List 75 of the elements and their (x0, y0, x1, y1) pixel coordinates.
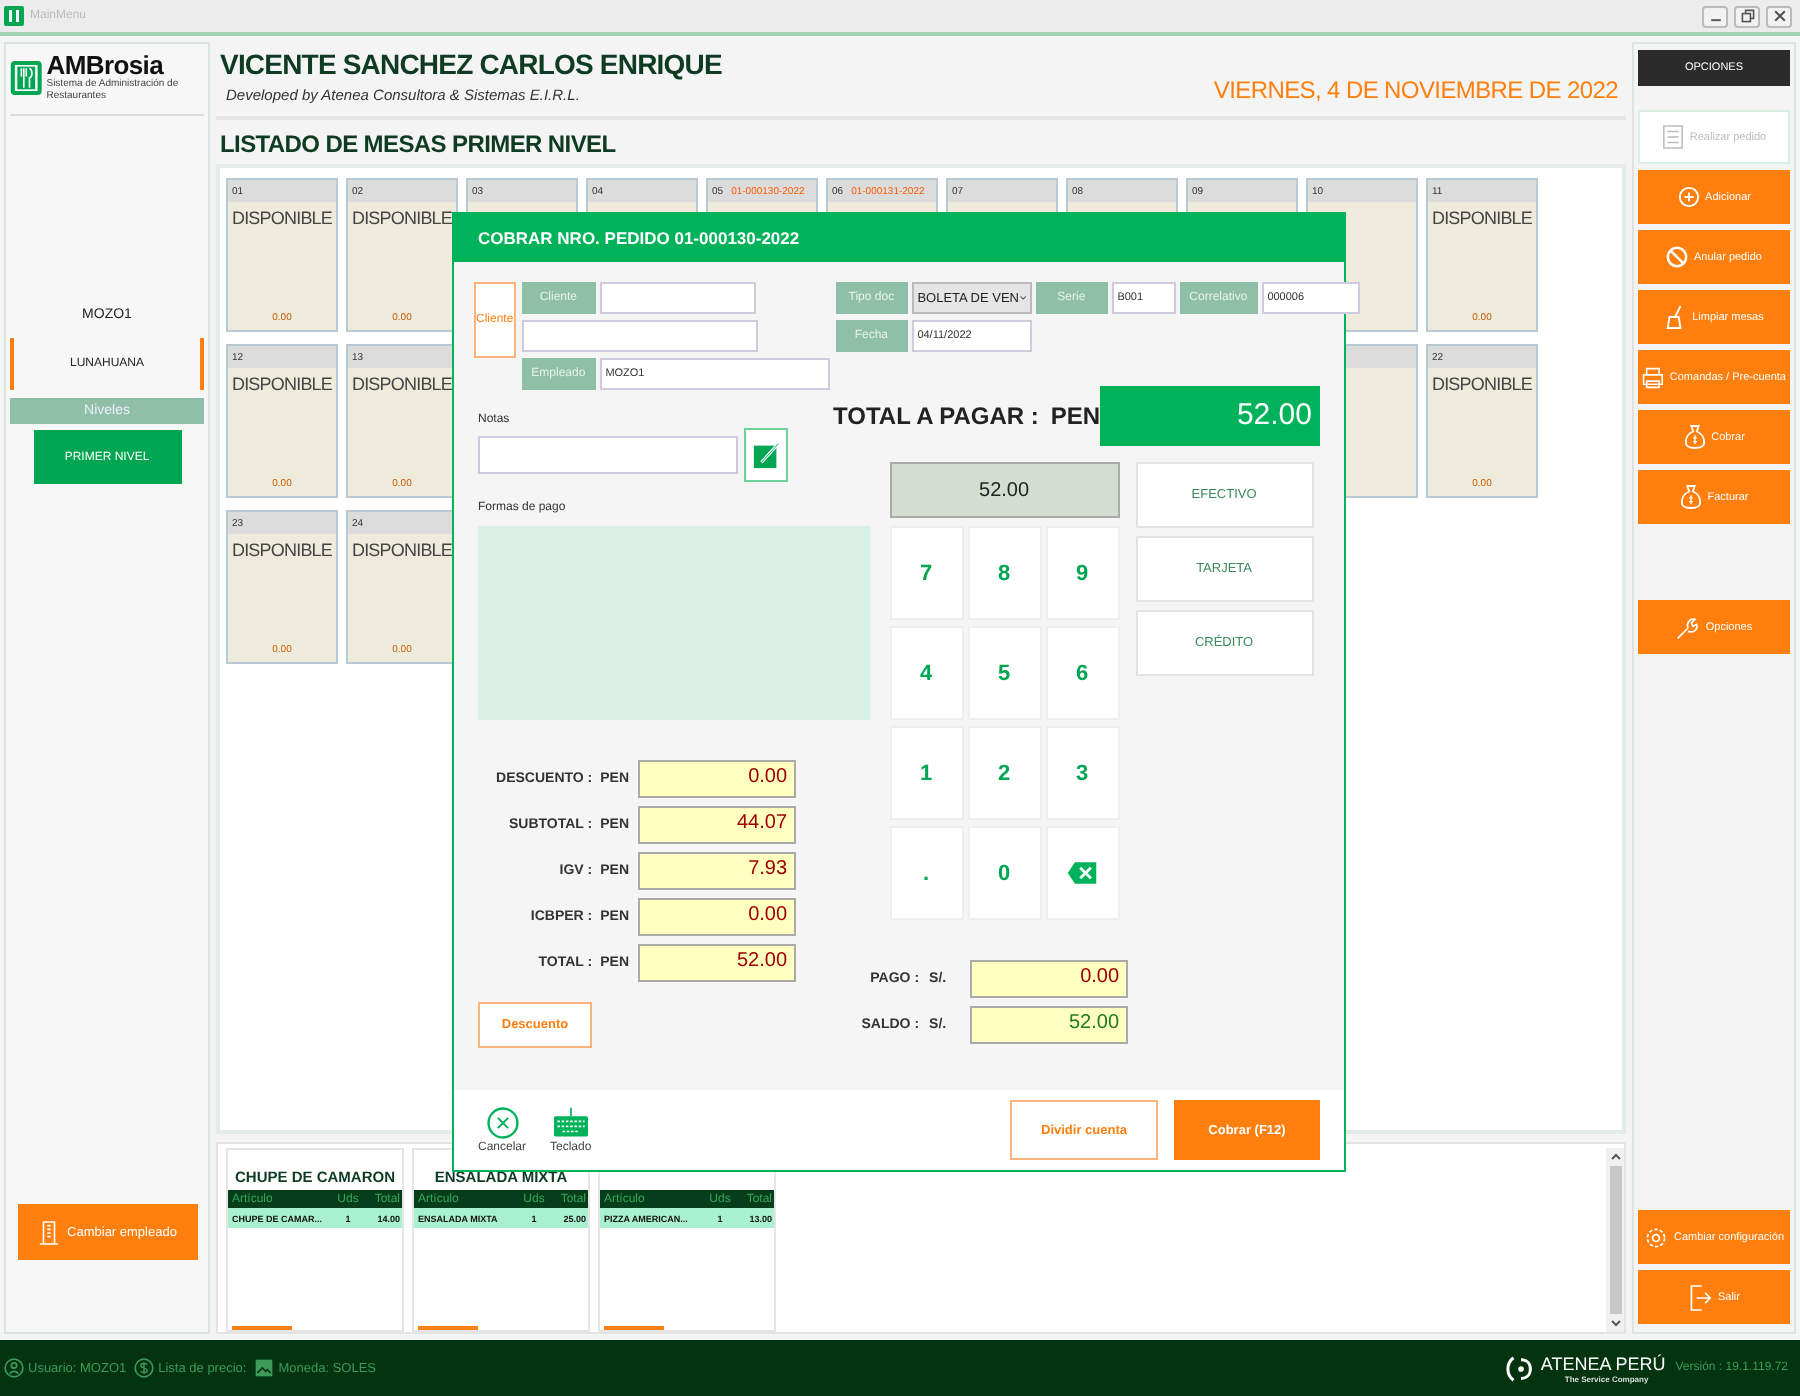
backspace-icon (1066, 860, 1099, 886)
order-accent-bar (418, 1326, 478, 1330)
user-name: VICENTE SANCHEZ CARLOS ENRIQUE (220, 48, 722, 80)
order-accent-bar (604, 1326, 664, 1330)
keypad-key[interactable]: 3 (1045, 726, 1120, 820)
dialog-title: COBRAR NRO. PEDIDO 01-000130-2022 (478, 228, 800, 248)
exit-icon (1687, 1283, 1712, 1311)
summary-value: 0.00 (637, 760, 796, 798)
scroll-down-icon (1609, 1320, 1621, 1328)
keypad-key[interactable]: 8 (967, 526, 1042, 620)
dollar-icon (134, 1358, 155, 1378)
list-icon (1661, 124, 1684, 150)
table-status: DISPONIBLE (351, 208, 453, 228)
keypad-key[interactable]: 4 (889, 626, 964, 720)
close-icon (1771, 8, 1787, 24)
pencil-icon (751, 440, 781, 470)
building-icon (37, 1219, 60, 1245)
table-status: DISPONIBLE (1431, 374, 1533, 394)
scroll-up-icon (1609, 1152, 1621, 1160)
keypad-key[interactable]: 1 (889, 726, 964, 820)
scroll-thumb[interactable] (1609, 1166, 1621, 1314)
total-amount: 52.00 (1100, 386, 1320, 446)
backspace-key[interactable] (1045, 826, 1120, 920)
payment-value: 52.00 (969, 1006, 1128, 1044)
summary-value: 44.07 (637, 806, 796, 844)
fork-knife-logo-icon (10, 55, 43, 99)
close-button[interactable] (1766, 5, 1792, 27)
chevron-down-icon (1019, 294, 1026, 302)
summary-value: 0.00 (637, 898, 796, 936)
edit-button[interactable] (744, 428, 788, 482)
table-status: DISPONIBLE (351, 540, 453, 560)
app-icon (4, 6, 24, 26)
printer-icon (1642, 365, 1664, 389)
table-status: DISPONIBLE (231, 374, 333, 394)
keypad-key[interactable]: 9 (1045, 526, 1120, 620)
client-name-field[interactable] (521, 320, 758, 352)
restore-button[interactable] (1734, 5, 1760, 27)
picture-icon (254, 1358, 275, 1378)
currency-label: PEN (1050, 402, 1101, 430)
keypad-key[interactable]: 5 (967, 626, 1042, 720)
payment-value: 0.00 (969, 960, 1128, 998)
cancel-icon (485, 1106, 519, 1140)
brand-name: ATENEA PERÚ (1540, 1353, 1666, 1373)
plus-circle-icon (1677, 186, 1700, 208)
summary-value: 7.93 (637, 852, 796, 890)
wrench-icon (1675, 615, 1700, 639)
scrollbar[interactable] (1606, 1148, 1624, 1332)
money-bag-icon (1679, 484, 1702, 510)
notes-field[interactable] (478, 436, 738, 474)
table-status: DISPONIBLE (1431, 208, 1533, 228)
logo-wordmark: AMBrosia (46, 52, 166, 80)
current-date: VIERNES, 4 DE NOVIEMBRE DE 2022 (1213, 76, 1618, 104)
total-label: TOTAL A PAGAR : (833, 402, 1039, 430)
money-bag-icon (1683, 424, 1706, 450)
keypad-key[interactable]: 7 (889, 526, 964, 620)
user-icon (4, 1358, 24, 1378)
keypad-key[interactable]: 6 (1045, 626, 1120, 720)
order-accent-bar (232, 1326, 292, 1330)
amount-display: 52.00 (889, 462, 1120, 518)
settings-icon (1643, 1225, 1668, 1249)
keypad-key[interactable]: 2 (967, 726, 1042, 820)
summary-value: 52.00 (637, 944, 796, 982)
table-status: DISPONIBLE (351, 374, 453, 394)
section-title: LISTADO DE MESAS PRIMER NIVEL (218, 128, 618, 162)
keypad-key[interactable]: . (889, 826, 964, 920)
keyboard-icon (551, 1106, 590, 1140)
client-field[interactable] (599, 282, 756, 314)
minimize-button[interactable] (1702, 5, 1728, 27)
restore-icon (1739, 8, 1755, 24)
prohibited-icon (1666, 246, 1689, 268)
brand-logo-icon (1506, 1353, 1537, 1383)
keypad-key[interactable]: 0 (967, 826, 1042, 920)
table-status: DISPONIBLE (231, 208, 333, 228)
table-status: DISPONIBLE (231, 540, 333, 560)
broom-icon (1664, 304, 1687, 330)
